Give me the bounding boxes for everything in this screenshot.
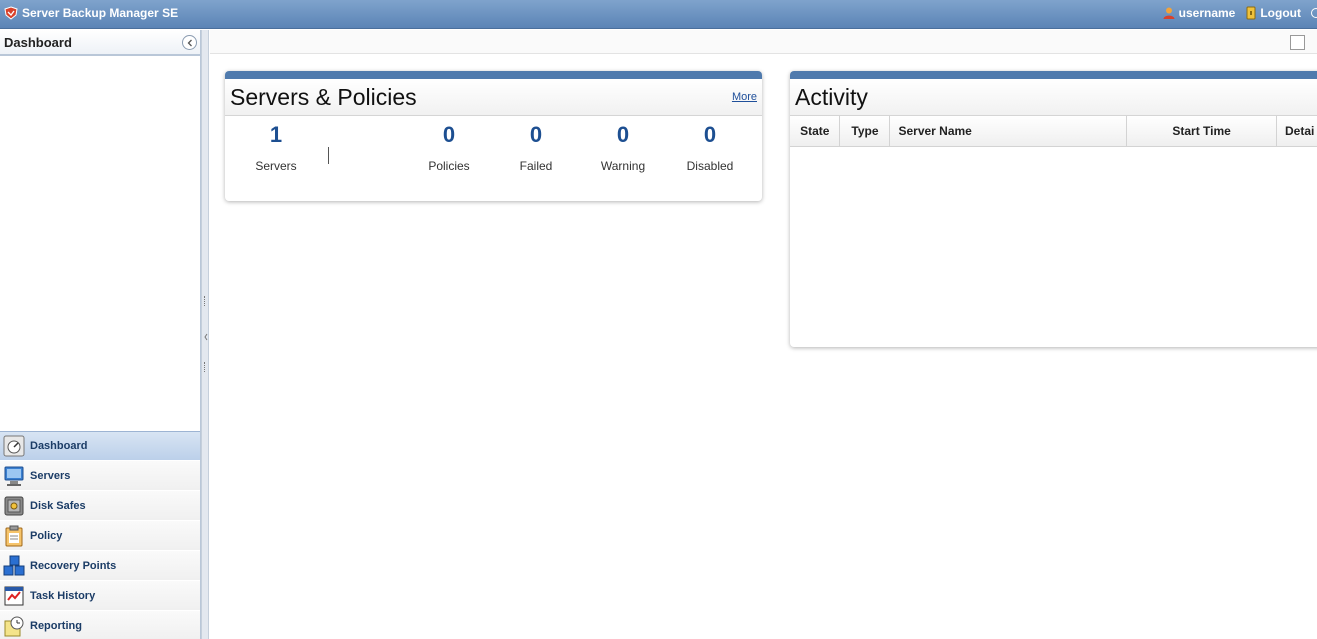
card-title: Activity — [795, 84, 868, 110]
stat-value: 0 — [442, 122, 456, 147]
card-title: Servers & Policies — [230, 84, 417, 110]
user-icon — [1163, 7, 1175, 19]
left-panel: Dashboard Dashboard Servers Disk Safes P… — [0, 30, 201, 639]
splitter-collapse-arrow[interactable] — [204, 330, 208, 341]
app-brand: Server Backup Manager SE — [4, 6, 178, 20]
stat-value: 1 — [269, 122, 283, 147]
card-header: Servers & Policies More — [225, 79, 762, 116]
stat-label: Failed — [519, 159, 553, 173]
logout-icon — [1246, 6, 1256, 20]
activity-table-header-row: State Type Server Name Start Time Detai — [790, 116, 1317, 147]
nav-item-reporting[interactable]: Reporting — [0, 611, 200, 639]
main-content: Servers & Policies More 1 Servers 0 Poli… — [210, 30, 1317, 639]
nav-label: Policy — [30, 529, 63, 542]
splitter-grip-bottom — [204, 362, 206, 372]
logout-label: Logout — [1260, 6, 1301, 20]
card-accent-bar — [790, 71, 1317, 79]
nav-item-disk-safes[interactable]: Disk Safes — [0, 491, 200, 521]
panel-splitter[interactable] — [201, 30, 209, 639]
main-toolbar — [210, 30, 1317, 54]
server-icon — [2, 464, 26, 488]
toolbar-checkbox[interactable] — [1290, 35, 1305, 50]
help-icon[interactable] — [1311, 8, 1317, 18]
stat-divider — [328, 147, 329, 164]
stat-value: 0 — [703, 122, 717, 147]
nav-label: Recovery Points — [30, 559, 117, 572]
column-header-type[interactable]: Type — [839, 116, 891, 147]
card-accent-bar — [225, 71, 762, 79]
nav-item-task-history[interactable]: Task History — [0, 581, 200, 611]
activity-table: State Type Server Name Start Time Detai — [790, 116, 1317, 147]
stat-value: 0 — [529, 122, 543, 147]
stat-policies[interactable]: 0 Policies — [409, 122, 489, 173]
nav-item-policy[interactable]: Policy — [0, 521, 200, 551]
nav-label: Disk Safes — [30, 499, 86, 512]
nav-item-recovery-points[interactable]: Recovery Points — [0, 551, 200, 581]
disk-safe-icon — [2, 494, 26, 518]
chevron-left-icon — [204, 333, 208, 341]
stat-failed[interactable]: 0 Failed — [496, 122, 576, 173]
stat-label: Warning — [600, 159, 646, 173]
stat-label: Policies — [428, 159, 470, 173]
nav-label: Dashboard — [30, 440, 88, 452]
column-header-start-time[interactable]: Start Time — [1126, 116, 1278, 147]
left-panel-header: Dashboard — [0, 30, 200, 56]
stat-label: Disabled — [686, 159, 734, 173]
column-header-details[interactable]: Detai — [1276, 116, 1317, 147]
stat-value: 0 — [616, 122, 630, 147]
nav-label: Reporting — [30, 619, 82, 632]
nav-item-servers[interactable]: Servers — [0, 461, 200, 491]
user-menu[interactable]: username — [1162, 6, 1236, 20]
collapse-panel-button[interactable] — [182, 35, 197, 50]
stat-disabled[interactable]: 0 Disabled — [670, 122, 750, 173]
nav-list: Dashboard Servers Disk Safes Policy Reco… — [0, 431, 200, 639]
user-box: username Logout — [1152, 6, 1301, 20]
recovery-points-icon — [2, 554, 26, 578]
app-title: Server Backup Manager SE — [22, 6, 179, 20]
card-header: Activity — [790, 79, 1317, 116]
task-history-icon — [2, 584, 26, 608]
top-header-bar: Server Backup Manager SE username Logout — [0, 0, 1317, 29]
splitter-grip-top — [204, 296, 206, 306]
nav-label: Servers — [30, 469, 71, 482]
more-link[interactable]: More — [732, 91, 757, 103]
reporting-icon — [2, 614, 26, 638]
dashboard-icon — [2, 434, 26, 458]
username-label: username — [1178, 6, 1236, 20]
policy-icon — [2, 524, 26, 548]
column-header-server-name[interactable]: Server Name — [889, 116, 1128, 147]
stat-servers[interactable]: 1 Servers — [236, 122, 316, 173]
left-panel-title: Dashboard — [4, 35, 72, 50]
servers-policies-card: Servers & Policies More 1 Servers 0 Poli… — [225, 71, 762, 201]
activity-card: Activity State Type Server Name Start Ti… — [790, 71, 1317, 347]
chevron-left-icon — [187, 39, 192, 46]
stat-warning[interactable]: 0 Warning — [583, 122, 663, 173]
stat-label: Servers — [255, 159, 297, 173]
nav-label: Task History — [30, 589, 96, 602]
logout-link[interactable]: Logout — [1245, 6, 1301, 20]
column-header-state[interactable]: State — [790, 116, 841, 147]
nav-item-dashboard[interactable]: Dashboard — [0, 431, 200, 461]
app-logo-icon — [4, 6, 18, 20]
